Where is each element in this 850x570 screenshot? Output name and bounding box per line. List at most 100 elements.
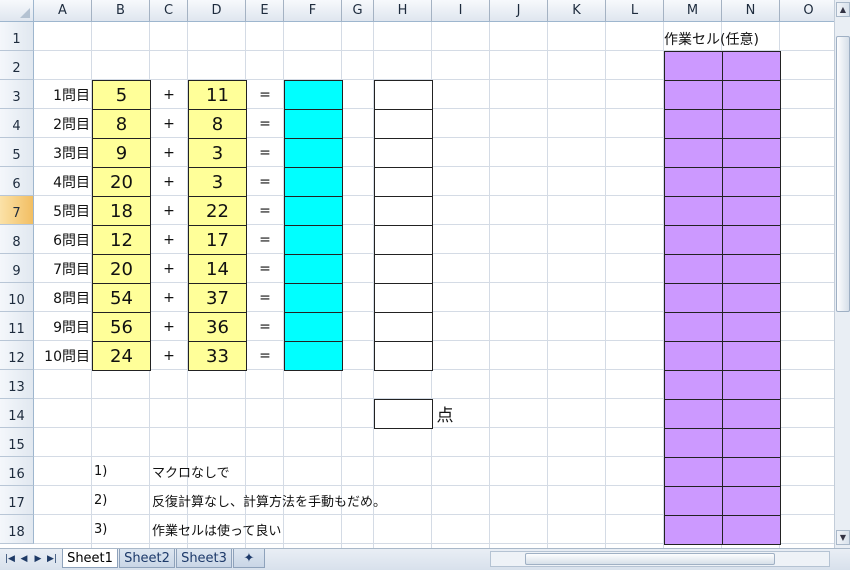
work-cell[interactable] (664, 457, 723, 487)
work-cell[interactable] (664, 138, 723, 168)
work-cell[interactable] (722, 109, 781, 139)
work-cell[interactable] (722, 486, 781, 516)
tab-sheet1[interactable]: Sheet1 (62, 549, 118, 568)
column-header-K[interactable]: K (548, 0, 606, 22)
answer-cell[interactable] (374, 283, 433, 313)
result-cell[interactable] (284, 80, 343, 110)
row-header-4[interactable]: 4 (0, 109, 34, 138)
addend-a-cell[interactable]: 18 (92, 196, 151, 226)
addend-a-cell[interactable]: 24 (92, 341, 151, 371)
addend-b-cell[interactable]: 3 (188, 138, 247, 168)
horizontal-scroll-thumb[interactable] (525, 553, 775, 565)
column-header-G[interactable]: G (342, 0, 374, 22)
result-cell[interactable] (284, 283, 343, 313)
work-cell[interactable] (664, 515, 723, 545)
tab-sheet2[interactable]: Sheet2 (119, 549, 175, 568)
work-cell[interactable] (664, 51, 723, 81)
row-header-16[interactable]: 16 (0, 457, 34, 486)
row-header-6[interactable]: 6 (0, 167, 34, 196)
row-header-3[interactable]: 3 (0, 80, 34, 109)
vertical-scroll-thumb[interactable] (836, 36, 850, 312)
work-cell[interactable] (722, 167, 781, 197)
answer-cell[interactable] (374, 254, 433, 284)
prev-sheet-icon[interactable]: ◀ (18, 552, 30, 566)
column-header-L[interactable]: L (606, 0, 664, 22)
select-all-corner[interactable] (0, 0, 34, 22)
row-header-13[interactable]: 13 (0, 370, 34, 399)
first-sheet-icon[interactable]: |◀ (4, 552, 16, 566)
addend-a-cell[interactable]: 9 (92, 138, 151, 168)
addend-a-cell[interactable]: 5 (92, 80, 151, 110)
row-header-11[interactable]: 11 (0, 312, 34, 341)
column-header-O[interactable]: O (780, 0, 838, 22)
work-cell[interactable] (664, 283, 723, 313)
column-header-J[interactable]: J (490, 0, 548, 22)
answer-cell[interactable] (374, 109, 433, 139)
scroll-up-arrow-icon[interactable]: ▲ (836, 2, 850, 17)
work-cell[interactable] (664, 312, 723, 342)
insert-sheet-icon[interactable]: ✦ (233, 549, 265, 568)
addend-a-cell[interactable]: 8 (92, 109, 151, 139)
addend-a-cell[interactable]: 54 (92, 283, 151, 313)
row-header-18[interactable]: 18 (0, 515, 34, 544)
work-cell[interactable] (664, 399, 723, 429)
result-cell[interactable] (284, 254, 343, 284)
work-cell[interactable] (664, 486, 723, 516)
column-header-H[interactable]: H (374, 0, 432, 22)
answer-cell[interactable] (374, 225, 433, 255)
row-header-8[interactable]: 8 (0, 225, 34, 254)
column-header-A[interactable]: A (34, 0, 92, 22)
answer-cell[interactable] (374, 80, 433, 110)
result-cell[interactable] (284, 312, 343, 342)
work-cell[interactable] (722, 51, 781, 81)
result-cell[interactable] (284, 225, 343, 255)
work-cell[interactable] (722, 80, 781, 110)
work-cell[interactable] (722, 225, 781, 255)
addend-b-cell[interactable]: 37 (188, 283, 247, 313)
addend-b-cell[interactable]: 14 (188, 254, 247, 284)
work-cell[interactable] (722, 457, 781, 487)
answer-cell[interactable] (374, 138, 433, 168)
addend-b-cell[interactable]: 36 (188, 312, 247, 342)
work-cell[interactable] (664, 167, 723, 197)
column-header-C[interactable]: C (150, 0, 188, 22)
addend-a-cell[interactable]: 12 (92, 225, 151, 255)
work-cell[interactable] (722, 428, 781, 458)
column-header-M[interactable]: M (664, 0, 722, 22)
horizontal-scrollbar[interactable] (490, 551, 830, 567)
addend-b-cell[interactable]: 8 (188, 109, 247, 139)
column-header-D[interactable]: D (188, 0, 246, 22)
addend-a-cell[interactable]: 56 (92, 312, 151, 342)
vertical-scrollbar[interactable]: ▲ ▼ (834, 0, 850, 548)
row-header-1[interactable]: 1 (0, 22, 34, 51)
next-sheet-icon[interactable]: ▶ (32, 552, 44, 566)
work-cell[interactable] (664, 225, 723, 255)
row-header-15[interactable]: 15 (0, 428, 34, 457)
addend-a-cell[interactable]: 20 (92, 254, 151, 284)
work-cell[interactable] (664, 109, 723, 139)
row-header-5[interactable]: 5 (0, 138, 34, 167)
work-cell[interactable] (722, 254, 781, 284)
row-header-2[interactable]: 2 (0, 51, 34, 80)
answer-cell[interactable] (374, 341, 433, 371)
column-header-I[interactable]: I (432, 0, 490, 22)
work-cell[interactable] (722, 341, 781, 371)
work-cell[interactable] (664, 370, 723, 400)
row-header-10[interactable]: 10 (0, 283, 34, 312)
score-cell[interactable] (374, 399, 433, 429)
result-cell[interactable] (284, 196, 343, 226)
column-header-F[interactable]: F (284, 0, 342, 22)
work-cell[interactable] (664, 341, 723, 371)
answer-cell[interactable] (374, 196, 433, 226)
addend-b-cell[interactable]: 11 (188, 80, 247, 110)
work-cell[interactable] (722, 138, 781, 168)
column-header-E[interactable]: E (246, 0, 284, 22)
answer-cell[interactable] (374, 312, 433, 342)
result-cell[interactable] (284, 109, 343, 139)
addend-a-cell[interactable]: 20 (92, 167, 151, 197)
addend-b-cell[interactable]: 17 (188, 225, 247, 255)
work-cell[interactable] (664, 428, 723, 458)
work-cell[interactable] (722, 515, 781, 545)
row-header-7[interactable]: 7 (0, 196, 34, 225)
addend-b-cell[interactable]: 22 (188, 196, 247, 226)
